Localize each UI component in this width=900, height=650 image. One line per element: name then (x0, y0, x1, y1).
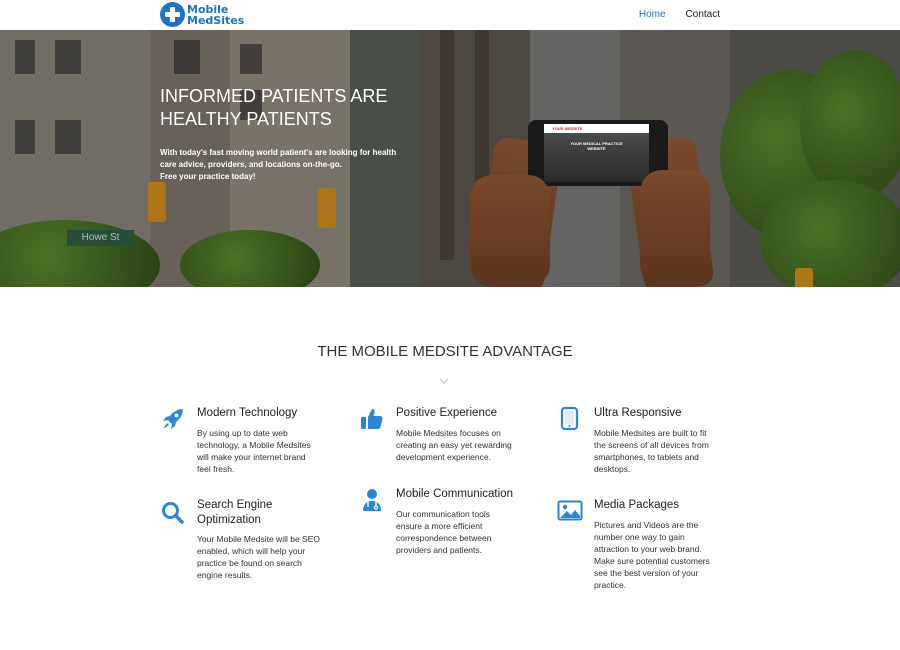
feature-mobile-communication: Mobile Communication Our communication t… (359, 487, 549, 567)
feature-title-line: Search Engine (197, 499, 273, 511)
thumbs-up-icon (361, 409, 383, 429)
feature-title: Modern Technology (197, 407, 298, 419)
hero-subtitle-line-3: Free your practice today! (160, 172, 256, 181)
feature-title: Ultra Responsive (594, 407, 682, 419)
feature-description-line: By using up to date web (197, 428, 288, 438)
hero-overlay (0, 30, 900, 287)
feature-title: Mobile Communication (396, 488, 513, 500)
feature-description-line: Mobile Medsites focuses on (396, 428, 501, 438)
feature-description: By using up to date web technology, a Mo… (197, 427, 311, 475)
tablet-icon (560, 406, 579, 431)
feature-description-line: creating an easy yet rewarding (396, 440, 512, 450)
feature-description-line: practice be found on search (197, 558, 302, 568)
feature-description-line: correspondence between (396, 533, 492, 543)
feature-description: Mobile Medsites are built to fit the scr… (594, 427, 709, 475)
feature-description: Our communication tools ensure a more ef… (396, 508, 491, 556)
logo-text: Mobile MedSites (187, 4, 244, 26)
phone-screen-title-2: WEBSITE (587, 146, 606, 151)
main-nav: Home Contact (639, 9, 720, 20)
feature-description-line: the screens of all devices from (594, 440, 709, 450)
rocket-icon (163, 409, 183, 429)
feature-title-line: Optimization (197, 514, 261, 526)
feature-description-line: number one way to gain (594, 532, 685, 542)
hero-title: INFORMED PATIENTS ARE HEALTHY PATIENTS (160, 85, 460, 131)
hero-subtitle: With today's fast moving world patient's… (160, 147, 430, 183)
feature-media-packages: Media Packages Pictures and Videos are t… (557, 498, 747, 598)
feature-description-line: enabled, which will help your (197, 546, 306, 556)
hero-title-line-1: INFORMED PATIENTS ARE (160, 86, 388, 106)
feature-description-line: technology, a Mobile Medsites (197, 440, 311, 450)
feature-title: Media Packages (594, 499, 680, 511)
feature-description-line: desktops. (594, 464, 631, 474)
search-icon (162, 502, 184, 524)
hero-subtitle-line-2: care advice, providers, and locations on… (160, 160, 342, 169)
feature-search-engine-optimization: Search Engine Optimization Your Mobile M… (160, 498, 350, 588)
feature-ultra-responsive: Ultra Responsive Mobile Medsites are bui… (557, 406, 747, 486)
hero-banner: Howe St INFORMED PATIENTS ARE HEALTHY PA… (0, 30, 900, 287)
logo[interactable]: Mobile MedSites (160, 2, 244, 27)
feature-description: Mobile Medsites focuses on creating an e… (396, 427, 512, 463)
hero-subtitle-line-1: With today's fast moving world patient's… (160, 148, 397, 157)
feature-description: Your Mobile Medsite will be SEO enabled,… (197, 533, 320, 581)
feature-title: Positive Experience (396, 407, 497, 419)
image-icon (557, 500, 583, 521)
medical-cross-icon (160, 2, 185, 27)
feature-positive-experience: Positive Experience Mobile Medsites focu… (359, 406, 549, 476)
feature-description-line: Make sure potential customers (594, 556, 710, 566)
hero-title-line-2: HEALTHY PATIENTS (160, 109, 332, 129)
phone-screen: YOUR MEDSITE YOUR MEDICAL PRACTICE WEBSI… (544, 124, 649, 182)
site-header: Mobile MedSites Home Contact (0, 0, 900, 30)
logo-line-1: Mobile (187, 2, 229, 16)
feature-modern-technology: Modern Technology By using up to date we… (160, 406, 350, 486)
feature-description-line: ensure a more efficient (396, 521, 483, 531)
feature-description-line: practice. (594, 580, 627, 590)
chevron-down-icon (439, 378, 449, 384)
nav-contact-link[interactable]: Contact (686, 9, 720, 20)
section-title: THE MOBILE MEDSITE ADVANTAGE (317, 343, 573, 360)
feature-title: Search Engine Optimization (197, 498, 272, 528)
phone-screen-header: YOUR MEDSITE (544, 124, 649, 133)
feature-description-line: Our communication tools (396, 509, 491, 519)
feature-description-line: Pictures and Videos are the (594, 520, 699, 530)
feature-description-line: providers and patients. (396, 545, 482, 555)
feature-description-line: smartphones, to tablets and (594, 452, 699, 462)
feature-description-line: will make your internet brand (197, 452, 306, 462)
nav-home-link[interactable]: Home (639, 9, 666, 20)
feature-description-line: feel fresh. (197, 464, 235, 474)
feature-description-line: development experience. (396, 452, 491, 462)
feature-description-line: attraction to your web brand. (594, 544, 702, 554)
right-thumb (640, 170, 710, 287)
left-thumb (470, 175, 550, 287)
phone-screen-body: YOUR MEDICAL PRACTICE WEBSITE (544, 133, 649, 182)
feature-description: Pictures and Videos are the number one w… (594, 519, 710, 591)
logo-line-2: MedSites (187, 13, 245, 27)
feature-description-line: Your Mobile Medsite will be SEO (197, 534, 320, 544)
feature-description-line: engine results. (197, 570, 253, 580)
feature-description-line: Mobile Medsites are built to fit (594, 428, 707, 438)
doctor-icon (363, 489, 381, 511)
feature-description-line: see the best version of your (594, 568, 699, 578)
